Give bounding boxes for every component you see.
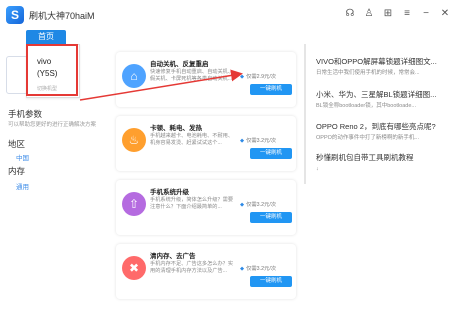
annotation-arrow bbox=[79, 69, 243, 101]
